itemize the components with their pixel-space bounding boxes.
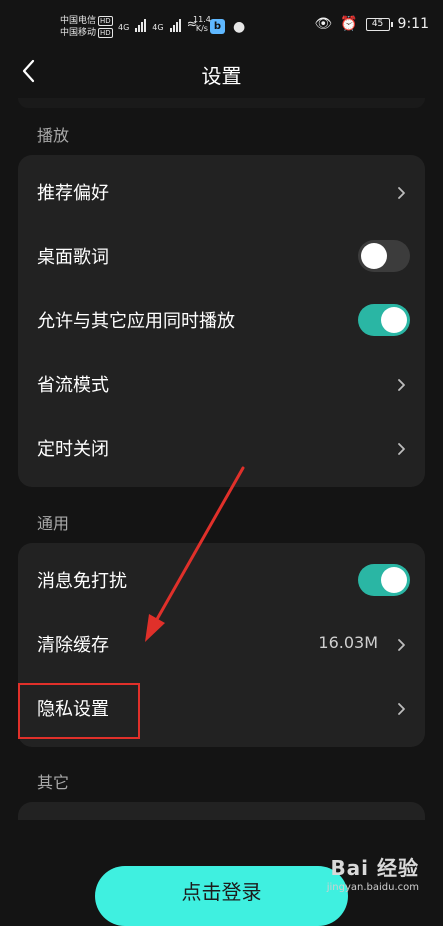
chevron-right-icon [397, 185, 407, 201]
hd-badge: HD [98, 27, 113, 38]
chevron-right-icon [397, 441, 407, 457]
signal-icons: 4G 4G ≈ [118, 17, 198, 32]
signal-icon [169, 18, 181, 32]
row-label: 桌面歌词 [37, 247, 109, 268]
nav-bar: 设置 [0, 46, 443, 102]
toggle-knob [381, 307, 407, 333]
watermark-logo: Bai 经验 [330, 856, 419, 880]
toggle-knob [361, 243, 387, 269]
row-data-saver[interactable]: 省流模式 [18, 353, 425, 417]
cache-size: 16.03M [318, 633, 378, 652]
row-sleep-timer[interactable]: 定时关闭 [18, 417, 425, 481]
row-recommend-preference[interactable]: 推荐偏好 [18, 161, 425, 225]
app-notification-icon: b [210, 19, 225, 34]
row-do-not-disturb: 消息免打扰 [18, 549, 425, 613]
network-type-1: 4G [118, 23, 130, 32]
signal-icon [135, 18, 147, 32]
row-mix-playback: 允许与其它应用同时播放 [18, 289, 425, 353]
do-not-disturb-toggle[interactable] [358, 564, 410, 596]
network-type-2: 4G [152, 23, 164, 32]
status-bar: 中国电信 HD 中国移动 HD 4G 4G ≈ 11.4 K/s b ● 👁 ⏰ 4… [0, 0, 443, 46]
row-label: 清除缓存 [37, 635, 109, 656]
carrier-1: 中国电信 [60, 16, 97, 26]
carrier-2: 中国移动 [60, 28, 97, 38]
row-label: 省流模式 [37, 375, 109, 396]
baidu-watermark: Bai 经验 jingyan.baidu.com [327, 852, 419, 893]
speed-value: 11.4 [193, 15, 211, 24]
scroll-edge [18, 98, 425, 108]
watermark-url: jingyan.baidu.com [326, 882, 419, 893]
wechat-icon: ● [233, 19, 246, 35]
alarm-icon: ⏰ [340, 16, 358, 32]
login-button[interactable]: 点击登录 [95, 866, 348, 926]
page-title: 设置 [201, 64, 242, 88]
mix-playback-toggle[interactable] [358, 304, 410, 336]
chevron-right-icon [397, 377, 407, 393]
row-desktop-lyrics: 桌面歌词 [18, 225, 425, 289]
carrier-info: 中国电信 HD 中国移动 HD [60, 15, 113, 39]
network-speed: 11.4 K/s [193, 15, 211, 33]
section-label-other: 其它 [37, 773, 70, 792]
row-label: 允许与其它应用同时播放 [37, 311, 235, 332]
clock: 9:11 [397, 16, 429, 32]
eye-icon: 👁 [314, 16, 333, 32]
highlight-box [18, 683, 140, 739]
battery-icon: 45 [365, 17, 393, 31]
section-label-playback: 播放 [37, 126, 70, 145]
battery-level: 45 [371, 18, 384, 29]
row-label: 推荐偏好 [37, 183, 109, 204]
row-clear-cache[interactable]: 清除缓存 16.03M [18, 613, 425, 677]
card-playback: 推荐偏好 桌面歌词 允许与其它应用同时播放 省流模式 定时关闭 [18, 155, 425, 487]
row-label: 消息免打扰 [37, 571, 127, 592]
system-status: 👁 ⏰ 45 9:11 [314, 16, 429, 32]
row-label: 定时关闭 [37, 439, 109, 460]
desktop-lyrics-toggle[interactable] [358, 240, 410, 272]
hd-badge: HD [98, 15, 113, 26]
toggle-knob [381, 567, 407, 593]
section-label-general: 通用 [37, 514, 70, 533]
speed-unit: K/s [195, 24, 208, 33]
chevron-right-icon [397, 637, 407, 653]
chevron-right-icon [397, 701, 407, 717]
